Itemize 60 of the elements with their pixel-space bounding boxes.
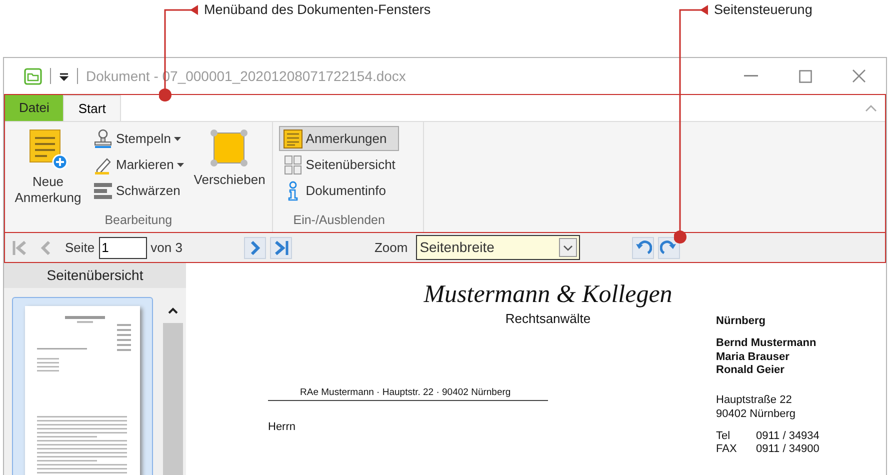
dropdown-button[interactable]: Markieren bbox=[89, 152, 188, 177]
dropdown-button[interactable]: Stempeln bbox=[89, 126, 188, 151]
ribbon-button[interactable]: Schwärzen bbox=[89, 178, 188, 203]
group-label: Bearbeitung bbox=[104, 212, 174, 230]
toggle-button[interactable]: Seitenübersicht bbox=[278, 152, 400, 177]
page-thumbnail[interactable] bbox=[12, 297, 153, 475]
zoom-label: Zoom bbox=[374, 238, 408, 257]
pages-icon bbox=[282, 154, 303, 174]
ribbon-button[interactable]: Verschieben bbox=[192, 126, 266, 212]
caret-icon bbox=[562, 244, 573, 250]
letterhead-title: Mustermann & Kollegen bbox=[422, 281, 674, 308]
callout-label: Seitensteuerung bbox=[714, 1, 812, 19]
ribbon-tab[interactable]: Start bbox=[63, 95, 121, 121]
contact-label: Tel bbox=[716, 430, 732, 444]
folder-icon[interactable] bbox=[24, 68, 42, 84]
rotate-right-button[interactable] bbox=[658, 236, 680, 258]
next-button[interactable] bbox=[244, 236, 266, 258]
partner-name: Ronald Geier bbox=[716, 364, 786, 378]
address-line: Hauptstraße 22 bbox=[716, 394, 793, 408]
caret-icon bbox=[176, 162, 184, 166]
bars-icon bbox=[93, 180, 113, 200]
contact-value: 0911 / 34934 bbox=[756, 430, 820, 444]
rotate-left-icon bbox=[634, 238, 652, 256]
last-page-icon bbox=[272, 238, 290, 256]
rotate-right-icon bbox=[660, 238, 678, 256]
page-label: Seite bbox=[65, 238, 95, 257]
recipient-text: Herrn bbox=[268, 420, 297, 436]
last-page-button[interactable] bbox=[270, 236, 292, 258]
scrollbar[interactable] bbox=[163, 297, 183, 475]
panel-title: Seitenübersicht bbox=[4, 263, 186, 288]
group-label: Ein-/Ausblenden bbox=[292, 212, 386, 230]
toggle-button[interactable]: Dokumentinfo bbox=[278, 178, 400, 203]
contact-value: 0911 / 34900 bbox=[756, 443, 820, 457]
contact-label: FAX bbox=[716, 443, 738, 457]
office-city: Nürnberg bbox=[716, 315, 766, 329]
callout-label: Menüband des Dokumenten-Fensters bbox=[204, 1, 431, 19]
rotate-left-button[interactable] bbox=[632, 236, 654, 258]
note-add-icon bbox=[28, 128, 68, 170]
caret-icon bbox=[174, 136, 181, 140]
ribbon-button[interactable]: Neue Anmerkung bbox=[11, 126, 85, 212]
page-total: von 3 bbox=[150, 238, 182, 257]
caret-up-icon bbox=[168, 306, 178, 314]
toggle-button[interactable]: Anmerkungen bbox=[278, 126, 400, 151]
address-line: 90402 Nürnberg bbox=[716, 408, 797, 422]
sender-line: RAe Mustermann · Hauptstr. 22 · 90402 Nürnberg bbox=[268, 386, 548, 402]
file-tab[interactable]: Datei bbox=[5, 95, 64, 121]
note-icon bbox=[282, 128, 303, 148]
first-page-icon bbox=[11, 238, 29, 256]
zoom-dropdown[interactable]: Seitenbreite bbox=[416, 235, 580, 260]
letterhead-subtitle: Rechtsanwälte bbox=[504, 310, 592, 328]
page-number-field[interactable]: 1 bbox=[98, 236, 147, 258]
square-handles-icon bbox=[208, 128, 249, 168]
minimize-icon bbox=[744, 75, 758, 77]
collapse-caret-icon[interactable] bbox=[865, 104, 877, 112]
close-icon bbox=[852, 69, 866, 83]
partner-name: Maria Brauser bbox=[716, 350, 790, 364]
partner-name: Bernd Mustermann bbox=[716, 336, 818, 350]
dropdown-icon[interactable] bbox=[59, 71, 69, 81]
maximize-icon bbox=[798, 70, 812, 82]
stamp-icon bbox=[93, 128, 113, 148]
